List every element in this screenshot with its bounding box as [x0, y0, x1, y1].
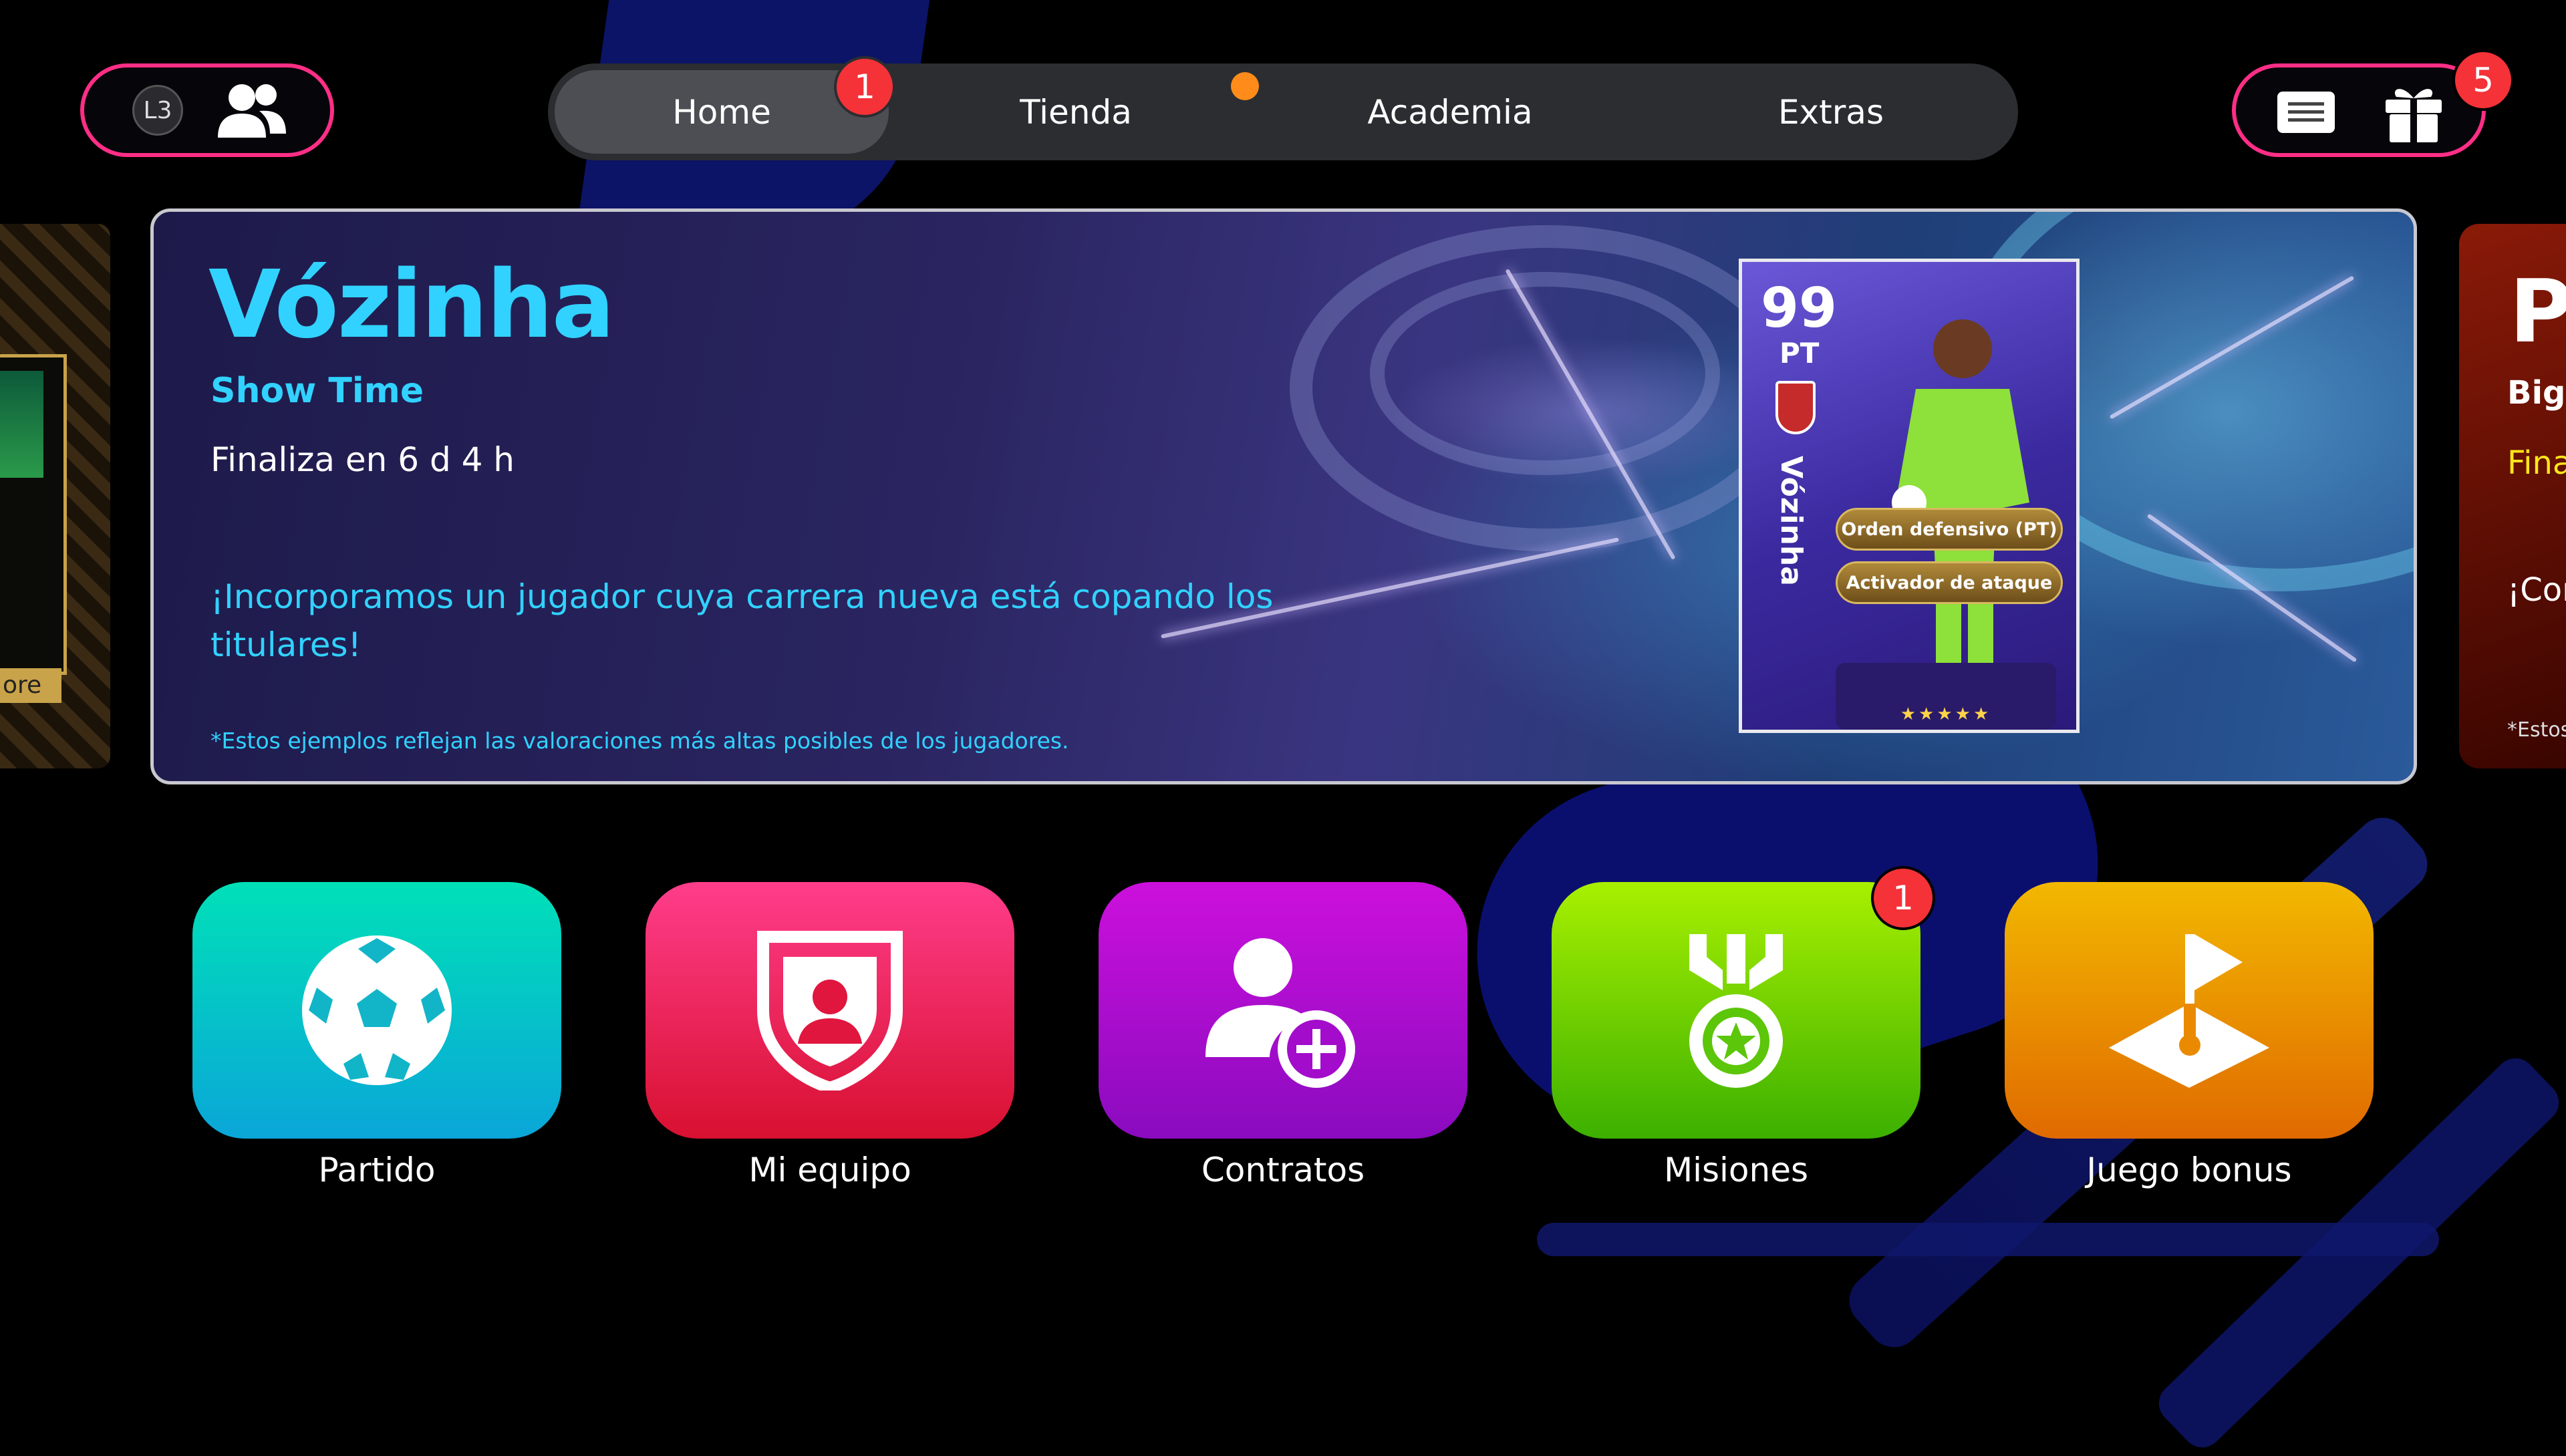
next-banner-title: Pl: [2509, 261, 2566, 362]
tab-extras[interactable]: Extras: [1657, 70, 2005, 154]
add-player-icon: [1205, 938, 1355, 1088]
tab-label: Extras: [1777, 92, 1884, 132]
social-pill[interactable]: L3: [80, 63, 334, 157]
misiones-button[interactable]: [1552, 882, 1920, 1139]
medal-icon: [1689, 934, 1783, 1088]
player-card-thumbnail: [0, 354, 67, 675]
main-nav: Home Tienda Academia Extras: [548, 63, 2018, 160]
tienda-new-dot: [1231, 72, 1259, 100]
team-shield-icon: [757, 931, 903, 1090]
player-stars: ★★★★★: [1900, 704, 1992, 724]
banner-end-time: Finaliza en 6 d 4 h: [210, 440, 515, 479]
next-banner[interactable]: Pl Big Fina ¡Cor *Estos: [2459, 224, 2566, 768]
tile-label: Partido: [318, 1151, 436, 1189]
misiones-notification-badge: 1: [1871, 866, 1935, 930]
gift-icon[interactable]: [2382, 81, 2446, 145]
news-icon[interactable]: [2276, 90, 2336, 134]
next-banner-subtitle: Big: [2507, 374, 2566, 412]
tab-tienda[interactable]: Tienda: [902, 70, 1250, 154]
banner-footnote: *Estos ejemplos reflejan las valoracione…: [210, 728, 1069, 754]
next-banner-ends: Fina: [2507, 444, 2566, 482]
tile-label: Misiones: [1663, 1151, 1809, 1189]
tab-label: Home: [672, 92, 771, 132]
player-skill-badge: Orden defensivo (PT): [1836, 508, 2063, 551]
partido-button[interactable]: [192, 882, 561, 1139]
juego-bonus-button[interactable]: [2005, 882, 2374, 1139]
tile-label: Contratos: [1201, 1151, 1365, 1189]
banner-subtitle: Show Time: [210, 371, 424, 411]
friends-icon[interactable]: [215, 80, 289, 140]
player-image: [1892, 319, 2029, 670]
background-stripe: [1537, 1223, 2439, 1256]
tab-label: Tienda: [1020, 92, 1132, 132]
card-footer: ★★★★★: [1836, 663, 2056, 730]
tab-label: Academia: [1367, 92, 1533, 132]
player-image: [0, 371, 43, 478]
soccer-ball-icon: [302, 935, 452, 1085]
contratos-button[interactable]: [1099, 882, 1467, 1139]
next-banner-description: ¡Cor: [2507, 571, 2566, 609]
l3-button-hint: L3: [132, 85, 183, 136]
home-notification-badge: 1: [834, 56, 895, 118]
player-skill-badge: Activador de ataque: [1836, 561, 2063, 604]
banner-title: Vózinha: [208, 251, 615, 359]
mi-equipo-button[interactable]: [646, 882, 1014, 1139]
tab-academia[interactable]: Academia: [1276, 70, 1624, 154]
banner-description: ¡Incorporamos un jugador cuya carrera nu…: [210, 577, 1274, 664]
tile-label: Mi equipo: [748, 1151, 911, 1189]
next-banner-note: *Estos: [2507, 718, 2566, 742]
inbox-pill: [2232, 63, 2486, 157]
player-position: PT: [1779, 337, 1820, 370]
previous-banner-label: ore: [0, 668, 61, 703]
player-name: Vózinha: [1774, 456, 1808, 586]
featured-banner[interactable]: Vózinha Show Time Finaliza en 6 d 4 h ¡I…: [150, 208, 2417, 784]
previous-banner[interactable]: ore: [0, 224, 110, 768]
tile-label: Juego bonus: [2086, 1151, 2292, 1189]
club-crest-icon: [1775, 381, 1816, 434]
player-rating: 99: [1761, 277, 1838, 340]
flag-bonus-icon: [2109, 934, 2269, 1088]
banner-decoration: [1370, 272, 1720, 475]
player-card: 99 PT Vózinha Orden defensivo (PT) Activ…: [1739, 259, 2080, 733]
gift-notification-badge: 5: [2452, 49, 2514, 111]
